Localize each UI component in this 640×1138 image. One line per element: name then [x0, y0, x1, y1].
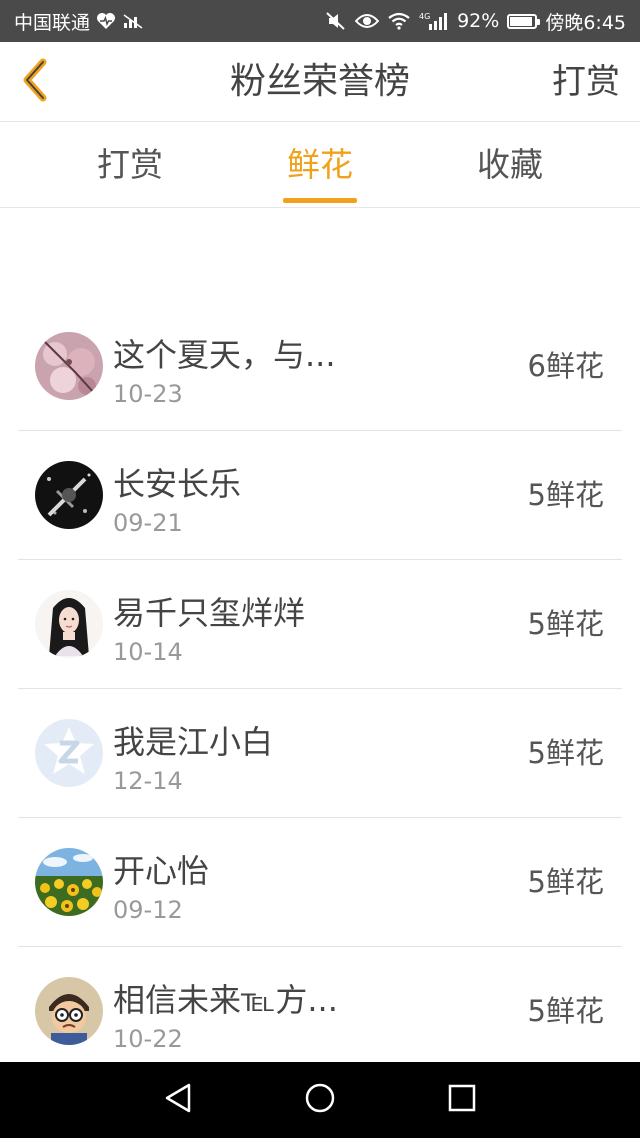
back-nav-button[interactable] — [158, 1080, 198, 1120]
flower-count: 6鲜花 — [527, 349, 604, 383]
fan-date: 10-22 — [113, 1025, 183, 1053]
fan-name: 我是江小白 — [113, 723, 274, 761]
list-item[interactable]: 易千只玺烊烊 10-14 5鲜花 — [18, 560, 622, 689]
flower-count: 5鲜花 — [527, 865, 604, 899]
cellular-signal-icon: 4G — [419, 11, 449, 31]
list-item[interactable]: 这个夏天，与... 10-23 6鲜花 — [18, 302, 622, 431]
cartoon-nobita-avatar — [35, 977, 103, 1045]
flower-count: 5鲜花 — [527, 736, 604, 770]
list-item[interactable]: 我是江小白 12-14 5鲜花 — [18, 689, 622, 818]
battery-icon — [507, 13, 541, 29]
tab-bar: 打赏 鲜花 收藏 — [0, 122, 640, 208]
mute-icon — [325, 11, 347, 31]
system-navigation-bar — [0, 1062, 640, 1138]
flower-count: 5鲜花 — [527, 607, 604, 641]
signal-slash-icon — [122, 13, 144, 29]
eye-icon — [355, 12, 380, 30]
tip-button[interactable]: 打赏 — [552, 42, 620, 122]
fan-date: 10-14 — [113, 638, 183, 666]
triangle-back-icon — [163, 1082, 193, 1118]
status-bar: 中国联通 4G 92% 傍晚6:45 — [0, 0, 640, 42]
fan-name: 易千只玺烊烊 — [113, 594, 306, 632]
dark-sword-avatar — [35, 461, 103, 529]
navigation-bar: 粉丝荣誉榜 打赏 — [0, 42, 640, 122]
recents-nav-button[interactable] — [442, 1080, 482, 1120]
svg-text:4G: 4G — [419, 12, 430, 21]
flower-count: 5鲜花 — [527, 478, 604, 512]
fan-date: 09-21 — [113, 509, 183, 537]
fan-date: 10-23 — [113, 380, 183, 408]
clock: 傍晚6:45 — [545, 11, 626, 34]
square-recents-icon — [447, 1083, 477, 1117]
home-nav-button[interactable] — [300, 1080, 340, 1120]
list-item[interactable]: 相信未来℡方... 10-22 5鲜花 — [18, 947, 622, 1076]
fan-name: 长安长乐 — [113, 465, 242, 503]
list-item[interactable]: 长安长乐 09-21 5鲜花 — [18, 431, 622, 560]
fan-name: 这个夏天，与... — [113, 336, 336, 374]
page-title: 粉丝荣誉榜 — [229, 61, 410, 102]
default-qq-avatar — [35, 719, 103, 787]
active-tab-indicator — [283, 198, 357, 203]
tab-flowers[interactable]: 鲜花 — [240, 122, 400, 208]
fan-date: 09-12 — [113, 896, 183, 924]
battery-percent: 92% — [457, 10, 500, 32]
flower-count: 5鲜花 — [527, 994, 604, 1028]
carrier-label: 中国联通 — [14, 11, 91, 34]
fan-name: 开心怡 — [113, 852, 210, 890]
tab-favorites[interactable]: 收藏 — [430, 122, 590, 208]
list-item[interactable]: 开心怡 09-12 5鲜花 — [18, 818, 622, 947]
wifi-icon — [387, 12, 411, 30]
cherry-blossom-avatar — [35, 332, 103, 400]
sunflower-field-avatar — [35, 848, 103, 916]
heart-pulse-icon — [96, 12, 116, 30]
fan-list: 这个夏天，与... 10-23 6鲜花 长安长乐 09-21 5鲜花 易千只玺烊… — [18, 302, 622, 1076]
tab-tip[interactable]: 打赏 — [50, 122, 210, 208]
fan-name: 相信未来℡方... — [113, 981, 338, 1019]
girl-portrait-avatar — [35, 590, 103, 658]
fan-date: 12-14 — [113, 767, 183, 795]
circle-home-icon — [304, 1082, 336, 1118]
